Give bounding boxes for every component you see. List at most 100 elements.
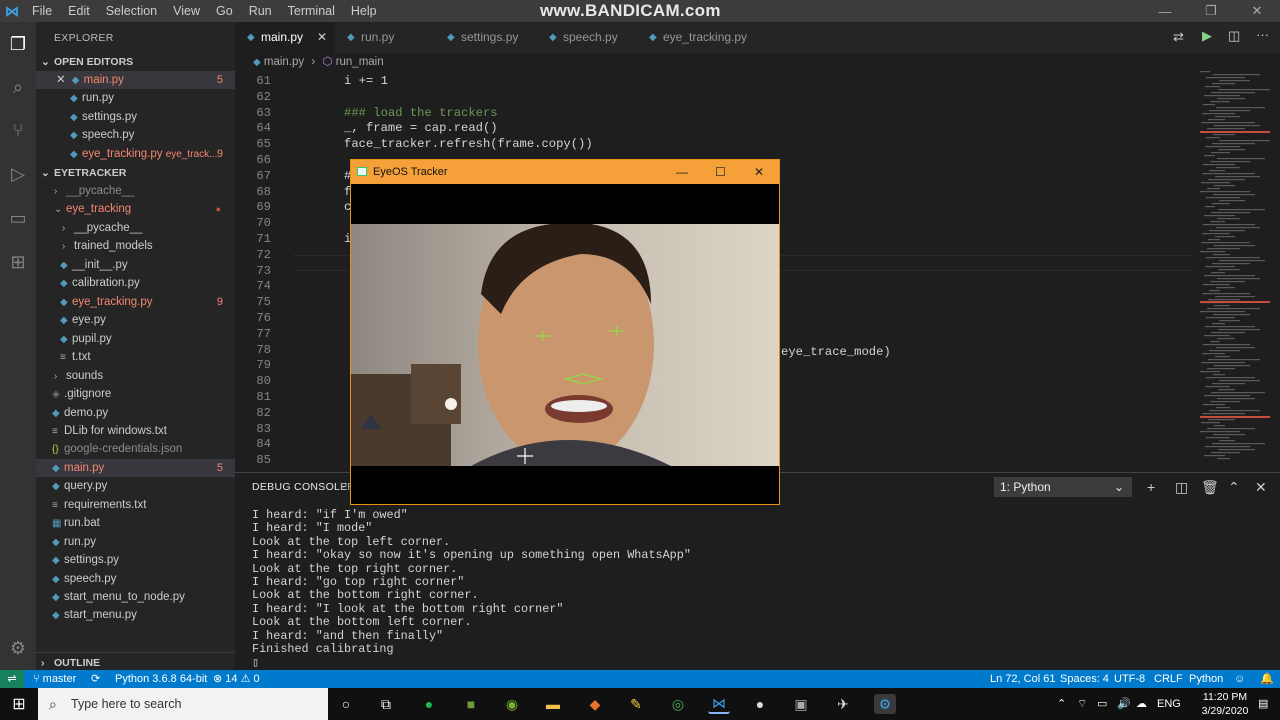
vscode-taskbar-icon[interactable]: ⋈: [708, 694, 730, 714]
tree-file[interactable]: ◈ .gitignore: [36, 385, 235, 403]
tree-file[interactable]: ◆ eye_tracking.py 9: [36, 293, 235, 311]
close-icon[interactable]: ✕: [754, 160, 764, 184]
volume-icon[interactable]: 🔊: [1117, 688, 1131, 720]
maximize-icon[interactable]: ☐: [715, 160, 726, 184]
tree-file[interactable]: ◆ run.py: [36, 533, 235, 551]
tab-eye-tracking[interactable]: ◆ eye_tracking.py: [637, 22, 765, 53]
chrome-icon[interactable]: ◎: [667, 694, 689, 714]
close-icon[interactable]: ✕: [317, 22, 327, 53]
spotify-icon[interactable]: ●: [418, 694, 440, 714]
extensions-icon[interactable]: ⊞: [6, 250, 30, 274]
menu-terminal[interactable]: Terminal: [280, 0, 343, 22]
breadcrumb-symbol[interactable]: run_main: [336, 56, 384, 68]
tree-folder[interactable]: › __pycache__: [36, 182, 235, 200]
tree-folder[interactable]: › trained_models: [36, 237, 235, 255]
split-editor-icon[interactable]: ◫: [1228, 28, 1240, 44]
close-icon[interactable]: ✕: [56, 74, 66, 86]
menu-file[interactable]: File: [24, 0, 60, 22]
tree-file[interactable]: ◆ query.py: [36, 477, 235, 495]
menu-help[interactable]: Help: [343, 0, 385, 22]
run-debug-icon[interactable]: ▷: [6, 162, 30, 186]
tree-file[interactable]: ◆ calibration.py: [36, 274, 235, 292]
explorer-icon[interactable]: ❐: [6, 32, 30, 56]
onedrive-icon[interactable]: ☁: [1136, 688, 1147, 720]
tree-folder[interactable]: › sounds: [36, 367, 235, 385]
notes-icon[interactable]: ✎: [625, 694, 647, 714]
menu-go[interactable]: Go: [208, 0, 241, 22]
interpreter-status[interactable]: Python 3.6.8 64-bit: [115, 670, 207, 688]
tree-file[interactable]: ◆ start_menu_to_node.py: [36, 588, 235, 606]
menu-selection[interactable]: Selection: [98, 0, 165, 22]
windows-start-icon[interactable]: ⊞: [0, 688, 38, 720]
notifications-icon[interactable]: 🔔: [1260, 670, 1274, 688]
python-taskbar-icon[interactable]: ⚙: [874, 694, 896, 714]
clock[interactable]: 11:20 PM 3/29/2020: [1200, 690, 1250, 718]
close-panel-icon[interactable]: ✕: [1255, 479, 1267, 496]
file-explorer-icon[interactable]: ▬: [542, 694, 564, 714]
maximize-panel-icon[interactable]: ⌃: [1228, 479, 1240, 496]
add-terminal-icon[interactable]: +: [1147, 479, 1155, 495]
cursor-position[interactable]: Ln 72, Col 61: [990, 670, 1055, 688]
sync-icon[interactable]: ⟳: [91, 670, 100, 688]
trash-icon[interactable]: 🗑: [1201, 479, 1219, 496]
tab-run[interactable]: ◆ run.py: [335, 22, 435, 53]
split-terminal-icon[interactable]: ◫: [1175, 479, 1188, 496]
more-actions-icon[interactable]: ···: [1256, 27, 1269, 42]
tab-speech[interactable]: ◆ speech.py: [537, 22, 637, 53]
remote-icon[interactable]: ⇌: [0, 670, 24, 688]
menu-edit[interactable]: Edit: [60, 0, 98, 22]
terminal-select[interactable]: 1: Python ⌄: [994, 477, 1132, 497]
branch-status[interactable]: ⑂ master: [33, 670, 76, 688]
cortana-icon[interactable]: ○: [335, 694, 357, 714]
eol-status[interactable]: CRLF: [1154, 670, 1183, 688]
language-status[interactable]: Python: [1189, 670, 1223, 688]
wechat-icon[interactable]: ◉: [501, 694, 523, 714]
tree-folder[interactable]: ⌄ eye_tracking ●: [36, 200, 235, 218]
run-file-icon[interactable]: ▶: [1202, 28, 1212, 44]
tree-file[interactable]: ≡ DLib for windows.txt: [36, 422, 235, 440]
action-center-icon[interactable]: ▤: [1258, 688, 1268, 720]
gear-icon[interactable]: ⚙: [6, 636, 30, 660]
tree-file[interactable]: ◆ pupil.py: [36, 330, 235, 348]
open-editor-main[interactable]: ✕ ◆ main.py 5: [36, 71, 235, 89]
app-icon[interactable]: ◆: [584, 694, 606, 714]
tree-file[interactable]: ≡ requirements.txt: [36, 496, 235, 514]
eyeos-tracker-window[interactable]: EyeOS Tracker — ☐ ✕: [350, 159, 780, 505]
task-view-icon[interactable]: ⧉: [375, 694, 397, 714]
tab-settings[interactable]: ◆ settings.py: [435, 22, 537, 53]
tab-main[interactable]: ◆ main.py ✕: [235, 22, 335, 53]
github-icon[interactable]: ●: [749, 694, 771, 714]
indentation-status[interactable]: Spaces: 4: [1060, 670, 1109, 688]
tree-file[interactable]: {} google-credentials.json: [36, 440, 235, 458]
source-control-icon[interactable]: ⑂: [6, 118, 30, 142]
language-indicator[interactable]: ENG: [1157, 688, 1181, 720]
tree-file[interactable]: ▦ run.bat: [36, 514, 235, 532]
minimap[interactable]: [1195, 71, 1270, 471]
menu-run[interactable]: Run: [241, 0, 280, 22]
tree-file[interactable]: ◆ speech.py: [36, 570, 235, 588]
encoding-status[interactable]: UTF-8: [1114, 670, 1145, 688]
outline-section[interactable]: › OUTLINE: [36, 652, 235, 672]
minimize-icon[interactable]: —: [676, 160, 688, 184]
open-editor-speech[interactable]: ◆ speech.py: [36, 126, 235, 144]
tree-folder[interactable]: › __pycache__: [36, 219, 235, 237]
menu-view[interactable]: View: [165, 0, 208, 22]
problems-status[interactable]: ⊗ 14 ⚠ 0: [213, 670, 260, 688]
tab-debug-console[interactable]: DEBUG CONSOLE: [252, 481, 348, 493]
app-icon[interactable]: ✈: [832, 694, 854, 714]
minimize-icon[interactable]: —: [1142, 0, 1188, 22]
tree-file[interactable]: ◆ settings.py: [36, 551, 235, 569]
battery-icon[interactable]: ▭: [1097, 688, 1107, 720]
open-editors-section[interactable]: ⌄ OPEN EDITORS: [36, 52, 235, 72]
restore-icon[interactable]: ❐: [1188, 0, 1234, 22]
tree-file[interactable]: ◆ main.py 5: [36, 459, 235, 477]
open-editor-settings[interactable]: ◆ settings.py: [36, 108, 235, 126]
taskbar-search[interactable]: ⌕ Type here to search: [38, 688, 328, 720]
minecraft-icon[interactable]: ■: [460, 694, 482, 714]
open-editor-run[interactable]: ◆ run.py: [36, 89, 235, 107]
tree-file[interactable]: ≡ t.txt: [36, 348, 235, 366]
remote-explorer-icon[interactable]: ▭: [6, 206, 30, 230]
tree-file[interactable]: ◆ start_menu.py: [36, 606, 235, 624]
open-editor-eye-tracking[interactable]: ◆ eye_tracking.py eye_track... 9: [36, 145, 235, 163]
search-icon[interactable]: ⌕: [6, 75, 30, 99]
